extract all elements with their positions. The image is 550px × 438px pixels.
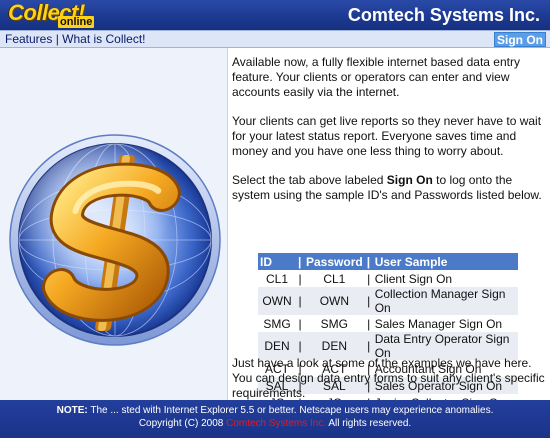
cell-user-sample: Collection Manager Sign On xyxy=(372,287,518,315)
cell-separator: | xyxy=(364,270,373,287)
table-row: SMG | SMG | Sales Manager Sign On xyxy=(258,315,518,332)
nav-separator: | xyxy=(52,32,63,46)
reports-paragraph: Your clients can get live reports so the… xyxy=(232,114,542,158)
footer-note: NOTE: The ... sted with Internet Explore… xyxy=(0,405,550,417)
signon-instructions-pre: Select the tab above labeled xyxy=(232,173,387,187)
copyright-pre: Copyright (C) 2008 xyxy=(138,418,227,429)
cell-user-sample: Client Sign On xyxy=(372,270,518,287)
cell-id: SMG xyxy=(258,315,296,332)
copyright-post: All rights reserved. xyxy=(326,418,412,429)
cell-id: OWN xyxy=(258,287,296,315)
cell-user-sample: Sales Manager Sign On xyxy=(372,315,518,332)
collect-logo[interactable]: Collect! online xyxy=(2,1,108,29)
left-panel xyxy=(0,48,228,400)
cell-separator: | xyxy=(296,315,304,332)
table-row: OWN | OWN | Collection Manager Sign On xyxy=(258,287,518,315)
sign-on-button[interactable]: Sign On xyxy=(494,32,546,47)
footer-copyright: Copyright (C) 2008 Comtech Systems Inc. … xyxy=(0,418,550,430)
footer-note-text: The ... sted with Internet Explorer 5.5 … xyxy=(87,405,494,416)
cell-password: SMG xyxy=(304,315,365,332)
examples-paragraph: Just have a look at some of the examples… xyxy=(232,356,545,400)
cell-id: CL1 xyxy=(258,270,296,287)
column-header-user-sample: User Sample xyxy=(372,253,518,270)
column-separator: | xyxy=(364,253,373,270)
column-separator: | xyxy=(296,253,304,270)
dollar-globe-icon xyxy=(9,134,221,346)
column-header-password: Password xyxy=(304,253,365,270)
header-bar: Collect! online Comtech Systems Inc. xyxy=(0,0,550,30)
cell-password: CL1 xyxy=(304,270,365,287)
nav-link-what-is-collect[interactable]: What is Collect! xyxy=(62,32,145,46)
nav-links: Features | What is Collect! xyxy=(5,32,146,47)
footer-bar: NOTE: The ... sted with Internet Explore… xyxy=(0,400,550,438)
cell-separator: | xyxy=(296,270,304,287)
intro-paragraph: Available now, a fully flexible internet… xyxy=(232,55,520,99)
company-title: Comtech Systems Inc. xyxy=(347,5,540,25)
logo-sub-text: online xyxy=(58,16,95,28)
nav-link-features[interactable]: Features xyxy=(5,32,52,46)
cell-password: OWN xyxy=(304,287,365,315)
main-area: Available now, a fully flexible internet… xyxy=(0,48,550,411)
copyright-company-link[interactable]: Comtech Systems Inc. xyxy=(226,418,326,429)
page: Collect! online Comtech Systems Inc. Fea… xyxy=(0,0,550,438)
table-row: CL1 | CL1 | Client Sign On xyxy=(258,270,518,287)
signon-instructions-bold: Sign On xyxy=(386,173,433,187)
cell-separator: | xyxy=(364,315,373,332)
table-header-row: ID | Password | User Sample xyxy=(258,253,518,270)
nav-bar: Features | What is Collect! Sign On xyxy=(0,30,550,48)
column-header-id: ID xyxy=(258,253,296,270)
main-content: Available now, a fully flexible internet… xyxy=(232,55,546,217)
footer-note-label: NOTE: xyxy=(56,405,88,416)
cell-separator: | xyxy=(364,287,373,315)
signon-instructions: Select the tab above labeled Sign On to … xyxy=(232,173,546,203)
cell-separator: | xyxy=(296,287,304,315)
